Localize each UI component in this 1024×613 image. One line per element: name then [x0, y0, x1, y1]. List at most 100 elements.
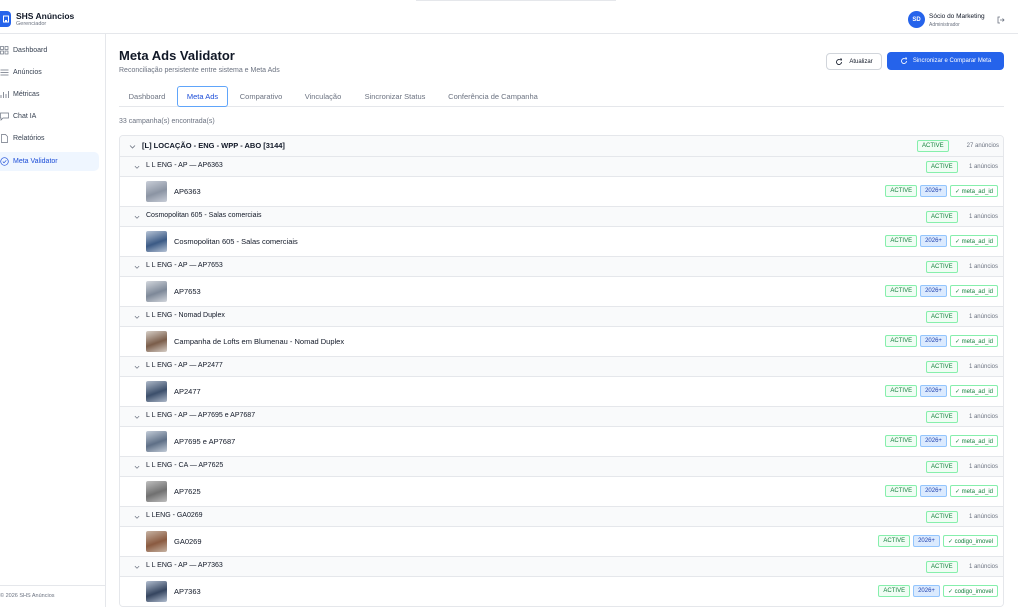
ad-badges: ACTIVE 2026+ ✓ codigo_imovel	[878, 535, 998, 547]
ads-count: 1 anúncios	[968, 164, 998, 170]
ad-badges: ACTIVE 2026+ ✓ meta_ad_id	[885, 485, 998, 497]
app-subtitle: Gerenciador	[16, 21, 47, 27]
sidebar-item-metricas[interactable]: Métricas	[0, 85, 99, 104]
match-badge: ✓ meta_ad_id	[949, 285, 998, 297]
adset-header[interactable]: L L ENG - AP — AP7363 ACTIVE 1 anúncios	[120, 557, 1003, 577]
adset-title: L L ENG - CA — AP7625	[146, 462, 224, 469]
ads-count: 1 anúncios	[968, 414, 998, 420]
status-badge: ACTIVE	[926, 161, 958, 173]
campaign-title: [L] LOCAÇÃO - ENG - WPP - ABO [3144]	[142, 141, 285, 150]
status-badge: ACTIVE	[885, 435, 918, 447]
tab-meta-ads[interactable]: Meta Ads	[177, 86, 228, 107]
ad-row[interactable]: AP7653 ACTIVE 2026+ ✓ meta_ad_id	[120, 277, 1003, 307]
sidebar-item-label: Relatórios	[13, 135, 45, 142]
status-badge: ACTIVE	[885, 185, 918, 197]
ad-badges: ACTIVE 2026+ ✓ meta_ad_id	[885, 235, 998, 247]
ad-badges: ACTIVE 2026+ ✓ codigo_imovel	[878, 585, 998, 597]
page-subtitle: Reconciliação persistente entre sistema …	[119, 67, 280, 74]
campaign-header[interactable]: [L] LOCAÇÃO - ENG - WPP - ABO [3144] ACT…	[120, 136, 1003, 157]
ad-row[interactable]: AP2477 ACTIVE 2026+ ✓ meta_ad_id	[120, 377, 1003, 407]
adset-header[interactable]: L L ENG - AP — AP2477 ACTIVE 1 anúncios	[120, 357, 1003, 377]
sidebar-item-label: Métricas	[13, 91, 40, 98]
ad-row[interactable]: AP7363 ACTIVE 2026+ ✓ codigo_imovel	[120, 577, 1003, 606]
chevron-down-icon[interactable]	[134, 314, 140, 320]
chevron-down-icon[interactable]	[134, 264, 140, 270]
refresh-button-label: Atualizar	[849, 58, 873, 65]
tab-vinculacao[interactable]: Vinculação	[295, 86, 351, 107]
ad-name: AP7363	[174, 587, 201, 596]
status-badge: ACTIVE	[885, 285, 918, 297]
adset-header[interactable]: L L ENG - Nomad Duplex ACTIVE 1 anúncios	[120, 307, 1003, 327]
status-badge: ACTIVE	[878, 535, 911, 547]
ads-count: 1 anúncios	[968, 514, 998, 520]
ads-count: 1 anúncios	[968, 214, 998, 220]
chevron-down-icon[interactable]	[134, 414, 140, 420]
status-badge: ACTIVE	[926, 261, 958, 273]
building-icon	[2, 15, 9, 23]
year-badge: 2026+	[920, 185, 947, 197]
ad-name: GA0269	[174, 537, 202, 546]
chevron-down-icon[interactable]	[129, 143, 136, 150]
ad-thumbnail	[146, 231, 167, 252]
status-badge: ACTIVE	[885, 335, 918, 347]
ad-badges: ACTIVE 2026+ ✓ meta_ad_id	[885, 335, 998, 347]
sidebar-item-meta-validator[interactable]: Meta Validator	[0, 152, 99, 171]
grid-icon	[0, 46, 9, 55]
ad-row[interactable]: GA0269 ACTIVE 2026+ ✓ codigo_imovel	[120, 527, 1003, 557]
adset-header[interactable]: Cosmopolitan 605 - Salas comerciais ACTIV…	[120, 207, 1003, 227]
status-badge: ACTIVE	[926, 361, 958, 373]
match-badge: ✓ codigo_imovel	[942, 585, 998, 597]
campaign-count: 33 campanha(s) encontrada(s)	[119, 118, 215, 125]
chevron-down-icon[interactable]	[134, 464, 140, 470]
adset-header[interactable]: L L ENG - CA — AP7625 ACTIVE 1 anúncios	[120, 457, 1003, 477]
ad-thumbnail	[146, 431, 167, 452]
tab-comparativo[interactable]: Comparativo	[231, 86, 291, 107]
sync-compare-button[interactable]: Sincronizar e Comparar Meta	[887, 52, 1004, 70]
year-badge: 2026+	[920, 335, 947, 347]
tab-sincronizar-status[interactable]: Sincronizar Status	[355, 86, 435, 107]
logout-icon[interactable]	[997, 16, 1005, 24]
campaign-list: [L] LOCAÇÃO - ENG - WPP - ABO [3144] ACT…	[119, 135, 1004, 607]
ads-count: 1 anúncios	[968, 264, 998, 270]
chevron-down-icon[interactable]	[134, 364, 140, 370]
ad-row[interactable]: Campanha de Lofts em Blumenau - Nomad Du…	[120, 327, 1003, 357]
check-circle-icon	[0, 157, 9, 166]
chevron-down-icon[interactable]	[134, 564, 140, 570]
sidebar-item-anuncios[interactable]: Anúncios	[0, 63, 99, 82]
tab-dashboard[interactable]: Dashboard	[119, 86, 175, 107]
adset-header[interactable]: L L ENG - AP — AP7695 e AP7687 ACTIVE 1 an…	[120, 407, 1003, 427]
ad-name: AP7653	[174, 287, 201, 296]
refresh-button[interactable]: Atualizar	[826, 53, 882, 70]
user-avatar[interactable]: SD	[908, 11, 925, 28]
sidebar-item-chat-ia[interactable]: Chat IA	[0, 107, 99, 126]
adset-header[interactable]: L L ENG - AP — AP7653 ACTIVE 1 anúncios	[120, 257, 1003, 277]
ad-thumbnail	[146, 581, 167, 602]
year-badge: 2026+	[920, 435, 947, 447]
chevron-down-icon[interactable]	[134, 164, 140, 170]
refresh-icon	[836, 58, 843, 65]
sidebar-item-label: Dashboard	[13, 47, 48, 54]
ad-row[interactable]: Cosmopolitan 605 - Salas comerciais ACTIV…	[120, 227, 1003, 257]
sidebar-item-dashboard[interactable]: Dashboard	[0, 41, 99, 60]
ad-row[interactable]: AP7695 e AP7687 ACTIVE 2026+ ✓ meta_ad_id	[120, 427, 1003, 457]
chevron-down-icon[interactable]	[134, 514, 140, 520]
status-badge: ACTIVE	[885, 235, 918, 247]
status-badge: ACTIVE	[926, 411, 958, 423]
year-badge: 2026+	[920, 235, 947, 247]
report-icon	[1, 134, 8, 143]
sidebar: Dashboard Anúncios Métricas Chat IA Rela…	[0, 34, 106, 607]
tab-conferencia-campanha[interactable]: Conferência de Campanha	[441, 86, 545, 107]
ad-row[interactable]: AP6363 ACTIVE 2026+ ✓ meta_ad_id	[120, 177, 1003, 207]
sidebar-item-label: Anúncios	[13, 69, 42, 76]
adset-header[interactable]: L L ENG - AP — AP6363 ACTIVE 1 anúncios	[120, 157, 1003, 177]
year-badge: 2026+	[920, 385, 947, 397]
ad-row[interactable]: AP7625 ACTIVE 2026+ ✓ meta_ad_id	[120, 477, 1003, 507]
chevron-down-icon[interactable]	[134, 214, 140, 220]
ad-name: AP2477	[174, 387, 201, 396]
adset-title: L L ENG - AP — AP7363	[146, 562, 223, 569]
app-name: SHS Anúncios	[16, 11, 75, 21]
ad-thumbnail	[146, 331, 167, 352]
adset-header[interactable]: L LENG - GA0269 ACTIVE 1 anúncios	[120, 507, 1003, 527]
sidebar-item-relatorios[interactable]: Relatórios	[0, 129, 99, 148]
adset-title: L L ENG - AP — AP7695 e AP7687	[146, 412, 256, 419]
